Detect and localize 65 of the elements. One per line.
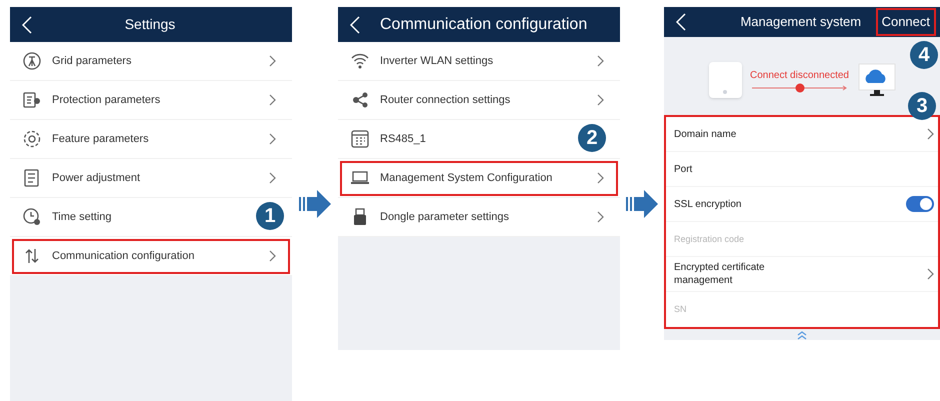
item-label: Feature parameters — [52, 132, 149, 147]
chevron-right-icon — [269, 55, 276, 67]
row-label: Port — [674, 162, 694, 176]
up-down-arrows-icon — [25, 248, 39, 264]
chevron-right-icon — [927, 128, 934, 140]
step-badge: 4 — [910, 41, 938, 69]
connection-status: Connect disconnected — [750, 68, 849, 82]
menu-item[interactable]: Dongle parameter settings — [338, 198, 620, 237]
row-label: Domain name — [674, 128, 738, 140]
chevron-right-icon — [597, 172, 604, 184]
menu-item[interactable]: Communication configuration — [10, 237, 292, 276]
tower-icon — [23, 52, 41, 70]
chevron-right-icon — [597, 55, 604, 67]
menu-item[interactable]: Router connection settings — [338, 81, 620, 120]
inverter-icon — [708, 62, 742, 98]
document-icon — [23, 169, 41, 187]
step-badge: 3 — [908, 92, 936, 120]
item-label: Inverter WLAN settings — [380, 54, 494, 69]
item-label: Communication configuration — [52, 248, 194, 264]
share-icon — [352, 92, 368, 108]
menu-item[interactable]: Inverter WLAN settings — [338, 42, 620, 81]
item-label: Router connection settings — [380, 92, 510, 108]
item-label: Time setting — [52, 210, 112, 225]
menu-item[interactable]: Grid parameters — [10, 42, 292, 81]
item-label: Grid parameters — [52, 54, 132, 69]
arrow-right-icon — [299, 190, 331, 218]
document-gear-icon — [23, 91, 41, 109]
menu-item[interactable]: Protection parameters — [10, 81, 292, 120]
screen-title: Communication configuration — [379, 14, 588, 34]
cloud-monitor-icon — [858, 63, 896, 97]
menu-item[interactable]: Power adjustment — [10, 159, 292, 198]
usb-dongle-icon — [353, 208, 367, 226]
clock-icon — [23, 208, 41, 226]
row-label: SN — [674, 303, 688, 316]
back-icon[interactable] — [676, 13, 686, 31]
row-label: Encrypted certificate management — [674, 261, 766, 287]
connect-button[interactable]: Connect — [876, 8, 936, 36]
keypad-icon — [351, 130, 369, 148]
double-chevron-up-icon[interactable] — [797, 331, 807, 340]
item-label: Dongle parameter settings — [380, 210, 510, 225]
chevron-right-icon — [269, 172, 276, 184]
gear-icon — [23, 130, 41, 148]
toggle-switch[interactable] — [906, 196, 934, 212]
chevron-right-icon — [597, 94, 604, 106]
back-icon[interactable] — [350, 16, 360, 34]
back-icon[interactable] — [22, 16, 32, 34]
laptop-icon — [350, 171, 370, 185]
screen-title: Settings — [124, 15, 176, 34]
row-label: SSL encryption — [674, 198, 742, 210]
chevron-right-icon — [269, 133, 276, 145]
item-label: RS485_1 — [380, 132, 426, 147]
arrow-right-icon — [626, 190, 658, 218]
item-label: Power adjustment — [52, 170, 140, 186]
chevron-right-icon — [927, 268, 934, 280]
menu-item[interactable]: Feature parameters — [10, 120, 292, 159]
menu-item[interactable]: Management System Configuration — [338, 159, 620, 198]
row-label: Registration code — [674, 232, 746, 246]
screen-title: Management system — [739, 13, 862, 32]
chevron-right-icon — [597, 211, 604, 223]
wifi-icon — [351, 53, 369, 69]
disconnected-line-icon — [750, 82, 850, 92]
item-label: Protection parameters — [52, 92, 160, 108]
item-label: Management System Configuration — [380, 170, 552, 186]
chevron-right-icon — [269, 94, 276, 106]
chevron-right-icon — [269, 250, 276, 262]
